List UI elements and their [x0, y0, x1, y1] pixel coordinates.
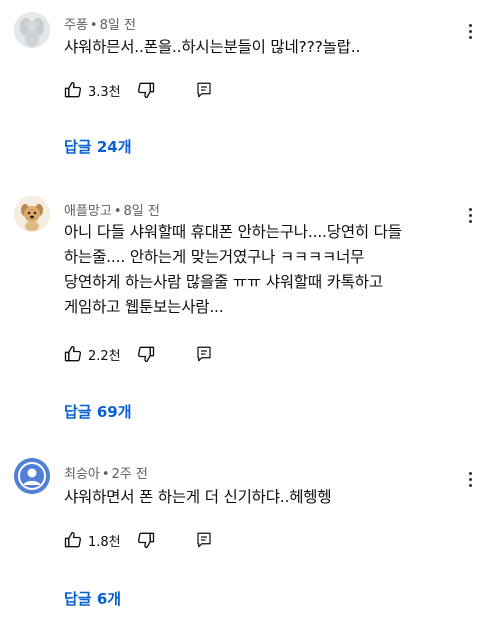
comment-meta: 주퐁 • 8일 전 [64, 14, 136, 33]
view-replies-link[interactable]: 답글 24개 [64, 136, 132, 157]
comment-actions: 3.3천 [62, 78, 215, 102]
view-replies-link[interactable]: 답글 69개 [64, 401, 132, 422]
default-user-icon [14, 458, 50, 494]
avatar[interactable] [14, 12, 50, 48]
dislike-button[interactable] [135, 529, 157, 551]
reply-button[interactable] [193, 79, 215, 101]
view-replies-link[interactable]: 답글 6개 [64, 588, 121, 609]
like-button[interactable] [62, 79, 84, 101]
thumbs-up-icon [64, 531, 82, 548]
meta-separator: • [89, 18, 98, 33]
reply-comment-icon [197, 532, 211, 548]
comment-meta: 최승아 • 2주 전 [64, 463, 148, 482]
thumbs-up-icon [64, 81, 82, 98]
avatar[interactable] [14, 196, 50, 232]
avatar[interactable] [14, 458, 50, 494]
like-count: 1.8천 [88, 534, 121, 550]
comment-meta: 애플망고 • 8일 전 [64, 200, 160, 219]
comment-time[interactable]: 8일 전 [124, 204, 160, 219]
dislike-button[interactable] [135, 343, 157, 365]
reply-button[interactable] [193, 343, 215, 365]
thumbs-down-icon [137, 346, 154, 363]
thumbs-down-icon [137, 82, 154, 99]
comment-text: 샤워하믄서..폰을..하시는분들이 많네???놀랍.. [64, 38, 361, 56]
reply-comment-icon [197, 82, 211, 98]
thumbs-up-icon [64, 345, 82, 362]
comment-time[interactable]: 2주 전 [112, 467, 148, 482]
thumbs-down-icon [137, 532, 154, 549]
dislike-button[interactable] [135, 79, 157, 101]
comment-actions: 1.8천 [62, 528, 215, 552]
like-button[interactable] [62, 343, 84, 365]
like-button[interactable] [62, 529, 84, 551]
meta-separator: • [113, 204, 122, 219]
like-count: 2.2천 [88, 348, 121, 364]
meta-separator: • [101, 467, 110, 482]
more-options-icon[interactable] [462, 22, 478, 42]
puppy-icon [14, 196, 50, 232]
more-options-icon[interactable] [462, 206, 478, 226]
reply-button[interactable] [193, 529, 215, 551]
comment-text: 샤워하면서 폰 하는게 더 신기하댜..헤헹헹 [64, 488, 332, 506]
comment-text: 아니 다들 샤워할때 휴대폰 안하는구나....당연히 다들 하는줄.... 안… [64, 223, 402, 316]
angel-statue-icon [14, 12, 50, 48]
author-name[interactable]: 최승아 [64, 467, 100, 482]
author-name[interactable]: 애플망고 [64, 204, 112, 219]
comment-time[interactable]: 8일 전 [100, 18, 136, 33]
reply-comment-icon [197, 346, 211, 362]
comment-actions: 2.2천 [62, 342, 215, 366]
like-count: 3.3천 [88, 84, 121, 100]
author-name[interactable]: 주퐁 [64, 18, 88, 33]
more-options-icon[interactable] [462, 470, 478, 490]
